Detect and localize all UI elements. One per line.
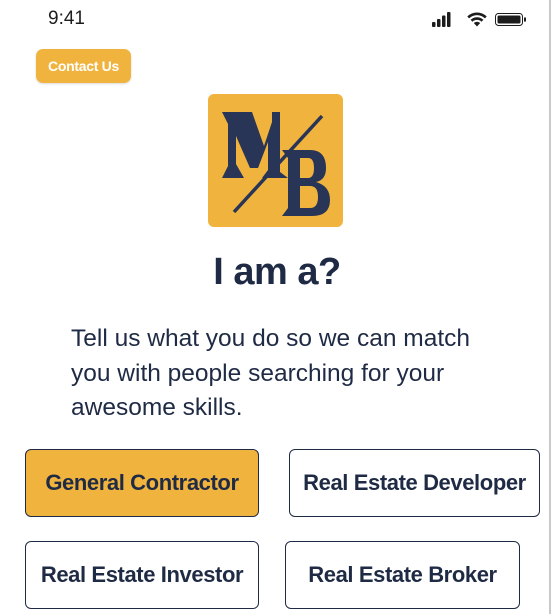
role-real-estate-investor-button[interactable]: Real Estate Investor: [25, 541, 259, 609]
mb-logo: [208, 94, 343, 227]
status-icons: [432, 12, 526, 27]
signal-icon: [432, 12, 451, 27]
scroll-edge-divider: [549, 0, 551, 614]
status-time: 9:41: [48, 8, 85, 29]
role-real-estate-developer-button[interactable]: Real Estate Developer: [289, 449, 540, 517]
page-title: I am a?: [213, 251, 341, 293]
wifi-icon: [467, 12, 487, 27]
contact-us-button[interactable]: Contact Us: [36, 49, 131, 83]
page-subtitle: Tell us what you do so we can match you …: [71, 325, 471, 421]
battery-icon: [495, 13, 526, 26]
role-general-contractor-button[interactable]: General Contractor: [25, 449, 259, 517]
role-real-estate-broker-button[interactable]: Real Estate Broker: [285, 541, 520, 609]
mb-logo-mark: [222, 112, 330, 216]
